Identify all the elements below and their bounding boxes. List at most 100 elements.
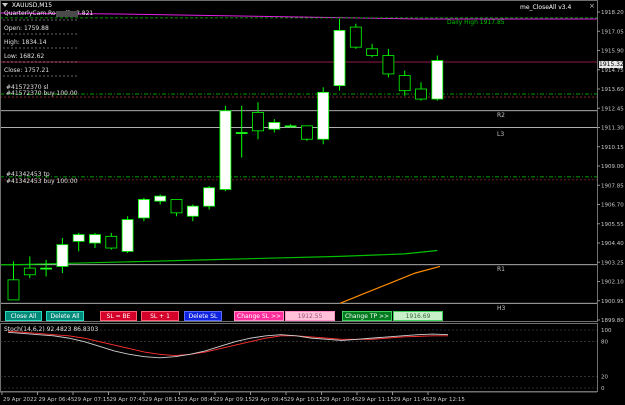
- candle-body: [154, 195, 167, 202]
- time-tick-label: 29 Apr 12:15: [429, 397, 465, 403]
- candle-body: [203, 187, 216, 207]
- price-tick-label: 1917.05: [601, 29, 624, 35]
- stoch-axis-label: 0: [601, 386, 605, 392]
- main-pane-frame: [0, 0, 598, 322]
- stochastic-subwindow: 100 80 20 0: [0, 328, 612, 392]
- info-low: Low: 1682.62: [4, 53, 45, 60]
- candle-body: [300, 125, 313, 140]
- tp-value-input[interactable]: 1916.69: [393, 311, 443, 321]
- price-tick-label: 1905.55: [601, 222, 624, 228]
- time-tick-label: 29 Apr 2022: [3, 397, 37, 403]
- candle-body: [382, 55, 395, 75]
- candle-body: [121, 219, 134, 252]
- price-tick-label: 1914.75: [601, 68, 624, 74]
- candle-body: [186, 205, 199, 217]
- chart-canvas[interactable]: 1918.20 1917.05 1915.90 1914.75 1913.60 1912.…: [0, 0, 625, 405]
- time-tick-label: 29 Apr 09:15: [216, 397, 252, 403]
- candle-body: [284, 125, 297, 128]
- price-tick-label: 1910.15: [601, 145, 624, 151]
- stoch-axis-label: 100: [601, 328, 612, 334]
- price-tick-label: 1907.85: [601, 183, 624, 189]
- candle-body: [252, 112, 264, 132]
- stoch-main-line: [7, 331, 449, 359]
- stoch-signal-line: [7, 330, 448, 356]
- price-tick-label: 1915.90: [601, 49, 624, 55]
- close-icon[interactable]: ×: [589, 3, 596, 10]
- candle-body: [40, 267, 52, 270]
- price-tick-label: 1912.45: [601, 106, 624, 112]
- time-tick-label: 29 Apr 06:45: [39, 397, 75, 403]
- info-close: Close: 1757.21: [4, 67, 50, 74]
- candle-body: [7, 279, 20, 301]
- candle-body: [317, 91, 330, 140]
- current-price-tag: 1915.32: [599, 61, 624, 68]
- info-high: High: 1834.14: [4, 39, 47, 46]
- candle-body: [89, 234, 101, 244]
- daily-high-label: Daily High 1917.85: [447, 19, 505, 26]
- candle-body: [366, 48, 379, 56]
- price-tick-label: 1913.60: [601, 87, 624, 93]
- price-tick-label: 1906.70: [601, 203, 624, 209]
- candle-body: [431, 60, 444, 100]
- caption-badge: [56, 11, 78, 17]
- time-tick-label: 29 Apr 10:15: [287, 397, 323, 403]
- candle-body: [56, 244, 69, 267]
- l3-label: L3: [497, 131, 505, 138]
- sl-be-button[interactable]: SL = BE: [100, 311, 137, 321]
- price-grid: [0, 12, 597, 77]
- candle-body: [137, 199, 150, 219]
- close-all-button[interactable]: Close All: [5, 311, 42, 321]
- candle-body: [349, 26, 362, 48]
- triangle-down-icon[interactable]: [2, 3, 8, 7]
- candle-body: [72, 234, 85, 242]
- price-tick-label: 1904.40: [601, 241, 624, 247]
- candle-body: [235, 132, 248, 134]
- stoch-axis-label: 20: [601, 374, 608, 380]
- stoch-pane-frame: [0, 323, 598, 392]
- change-sl-button[interactable]: Change SL >>: [234, 311, 284, 321]
- candle-body: [415, 88, 427, 100]
- delete-sl-button[interactable]: Delete SL: [184, 311, 222, 321]
- symbol-label: XAUUSD,M15: [11, 2, 53, 9]
- time-tick-label: 29 Apr 08:15: [145, 397, 181, 403]
- time-tick-label: 29 Apr 08:45: [181, 397, 217, 403]
- indicator-name: me_CloseAll v3.4: [520, 4, 572, 11]
- sl-plus-button[interactable]: SL + 1: [141, 311, 179, 321]
- candle-body: [268, 122, 281, 130]
- candle-body: [219, 110, 232, 190]
- overlay-caption: QuarterlyCam.RoundP v2.821: [4, 10, 94, 17]
- order-tp-label[interactable]: #41342453 tp: [6, 171, 50, 178]
- price-tick-label: 1911.30: [601, 126, 624, 132]
- time-tick-label: 29 Apr 10:45: [323, 397, 359, 403]
- h3-label: H3: [497, 305, 506, 312]
- price-tick-label: 1902.10: [601, 280, 624, 286]
- candle-body: [23, 267, 36, 276]
- sl-value-input[interactable]: 1912.55: [285, 311, 335, 321]
- time-tick-label: 29 Apr 07:15: [74, 397, 110, 403]
- delete-all-button[interactable]: Delete All: [46, 311, 84, 321]
- r1-label: R1: [497, 266, 505, 273]
- stoch-label: Stoch(14,6,2) 92.4823 86.8303: [4, 326, 99, 333]
- pivot-levels: [0, 17, 597, 304]
- price-tick-label: 1900.95: [601, 299, 624, 305]
- order-buy2-label[interactable]: #41342453 buy 100.00: [6, 178, 78, 185]
- price-tick-label: 1899.80: [601, 318, 624, 324]
- candle-body: [170, 199, 183, 214]
- order-lines[interactable]: [0, 93, 597, 181]
- time-axis: 29 Apr 2022 29 Apr 06:45 29 Apr 07:15 29 Ap…: [0, 391, 597, 403]
- time-tick-label: 29 Apr 11:15: [358, 397, 394, 403]
- order-buy-label[interactable]: #41572370 buy 100.00: [6, 90, 78, 97]
- info-open: Open: 1759.88: [4, 25, 49, 32]
- candle-body: [333, 30, 346, 87]
- price-tick-label: 1903.25: [601, 260, 624, 266]
- time-tick-label: 29 Apr 09:45: [252, 397, 288, 403]
- time-tick-label: 29 Apr 07:45: [110, 397, 146, 403]
- symbol-header: XAUUSD,M15: [2, 2, 52, 9]
- orange-moving-average: [339, 265, 441, 304]
- change-tp-button[interactable]: Change TP >>: [342, 311, 392, 321]
- candle-body: [105, 235, 118, 249]
- r2-label: R2: [497, 112, 505, 119]
- price-tick-label: 1918.20: [601, 10, 624, 16]
- candle-body: [398, 75, 411, 92]
- time-tick-label: 29 Apr 11:45: [394, 397, 430, 403]
